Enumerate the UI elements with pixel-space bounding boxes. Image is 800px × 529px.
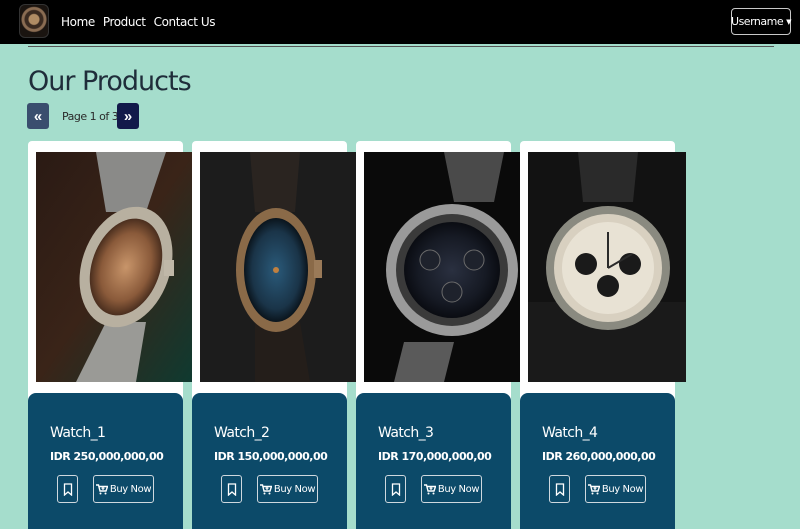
buy-now-button[interactable]: Buy Now [257, 475, 318, 503]
brand-logo[interactable] [19, 4, 49, 38]
cart-icon [259, 483, 272, 494]
buy-now-label: Buy Now [109, 483, 152, 495]
bookmark-button[interactable] [57, 475, 78, 503]
nav-contact-link[interactable]: Contact Us [154, 14, 216, 30]
product-card: Watch_3 IDR 170,000,000,00 Buy Now [356, 141, 520, 529]
product-image [364, 152, 520, 382]
bookmark-icon [391, 482, 400, 496]
caret-down-icon: ▼ [786, 17, 791, 26]
buy-now-label: Buy Now [601, 483, 644, 495]
product-card-body: Watch_2 IDR 150,000,000,00 Buy Now [192, 393, 347, 529]
product-card: Watch_4 IDR 260,000,000,00 Buy Now [520, 141, 686, 529]
nav-product-link[interactable]: Product [103, 14, 146, 30]
user-dropdown-label: Username [731, 15, 784, 28]
product-card-body: Watch_4 IDR 260,000,000,00 Buy Now [520, 393, 675, 529]
product-price: IDR 150,000,000,00 [214, 450, 328, 463]
divider [28, 46, 774, 47]
product-card-body: Watch_3 IDR 170,000,000,00 Buy Now [356, 393, 511, 529]
navbar: Home Product Contact Us Username ▼ [0, 0, 800, 44]
page-title: Our Products [28, 66, 192, 97]
buy-now-button[interactable]: Buy Now [93, 475, 154, 503]
page-indicator: Page 1 of 3 [62, 110, 119, 123]
buy-now-label: Buy Now [437, 483, 480, 495]
buy-now-label: Buy Now [273, 483, 316, 495]
buy-now-button[interactable]: Buy Now [585, 475, 646, 503]
nav-home-link[interactable]: Home [61, 14, 95, 30]
product-name: Watch_2 [214, 425, 270, 441]
product-card: Watch_1 IDR 250,000,000,00 Buy Now [28, 141, 192, 529]
product-price: IDR 250,000,000,00 [50, 450, 164, 463]
bookmark-button[interactable] [221, 475, 242, 503]
product-image [528, 152, 686, 382]
nav-links: Home Product Contact Us [61, 14, 216, 30]
next-page-button[interactable]: » [117, 103, 139, 129]
cart-icon [423, 483, 436, 494]
bookmark-icon [63, 482, 72, 496]
cart-icon [587, 483, 600, 494]
product-price: IDR 260,000,000,00 [542, 450, 656, 463]
bookmark-button[interactable] [549, 475, 570, 503]
product-name: Watch_3 [378, 425, 434, 441]
product-name: Watch_4 [542, 425, 598, 441]
bookmark-icon [227, 482, 236, 496]
product-price: IDR 170,000,000,00 [378, 450, 492, 463]
cart-icon [95, 483, 108, 494]
bookmark-icon [555, 482, 564, 496]
product-card-body: Watch_1 IDR 250,000,000,00 Buy Now [28, 393, 183, 529]
buy-now-button[interactable]: Buy Now [421, 475, 482, 503]
product-image [36, 152, 192, 382]
product-card: Watch_2 IDR 150,000,000,00 Buy Now [192, 141, 356, 529]
product-name: Watch_1 [50, 425, 106, 441]
product-image [200, 152, 356, 382]
user-dropdown-button[interactable]: Username ▼ [731, 8, 791, 35]
prev-page-button[interactable]: « [27, 103, 49, 129]
bookmark-button[interactable] [385, 475, 406, 503]
